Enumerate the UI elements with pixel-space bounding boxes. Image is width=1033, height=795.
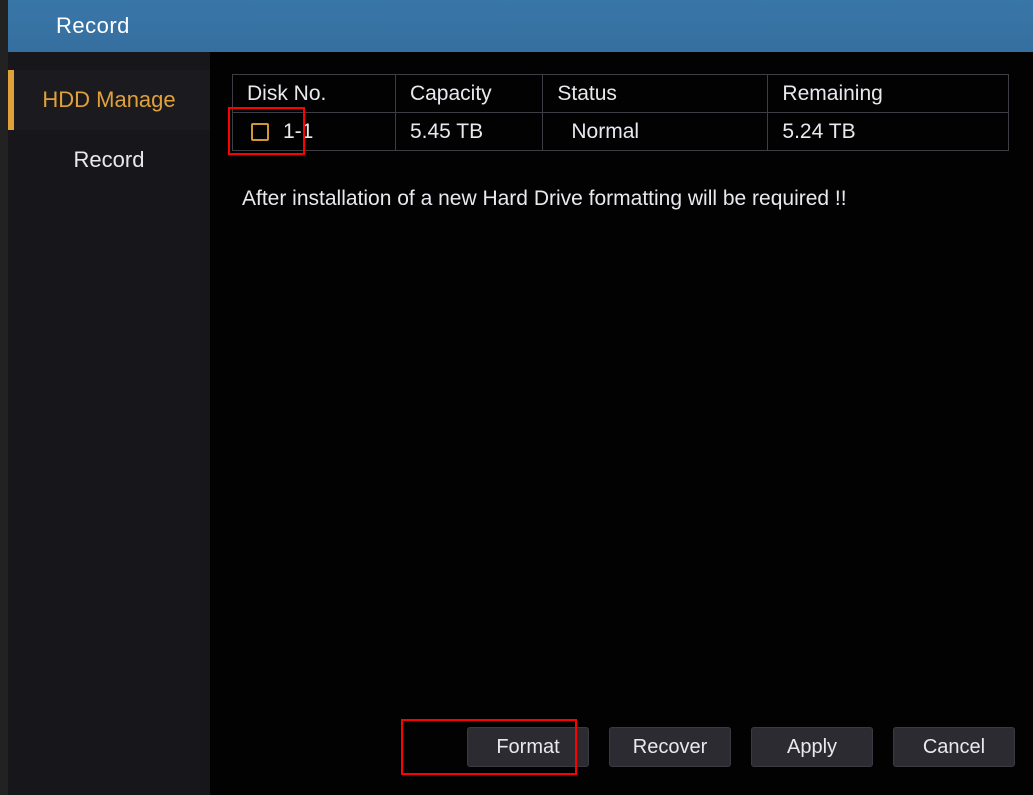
recover-button[interactable]: Recover (609, 727, 731, 767)
cell-remaining: 5.24 TB (768, 113, 1009, 151)
cell-disk-no: 1-1 (233, 113, 396, 151)
button-bar: Format Recover Apply Cancel (467, 727, 1015, 767)
window-header: Record (8, 0, 1033, 52)
row-checkbox-icon[interactable] (251, 123, 269, 141)
disk-table: Disk No. Capacity Status Remaining 1-1 5… (232, 74, 1009, 151)
sidebar-item-label: Record (74, 147, 145, 173)
left-accent (0, 0, 8, 795)
cell-capacity: 5.45 TB (395, 113, 542, 151)
main-content: Disk No. Capacity Status Remaining 1-1 5… (210, 52, 1033, 795)
col-header-status: Status (543, 75, 768, 113)
cancel-button[interactable]: Cancel (893, 727, 1015, 767)
sidebar-item-record[interactable]: Record (8, 130, 210, 190)
warning-text: After installation of a new Hard Drive f… (232, 187, 1009, 211)
disk-no-value: 1-1 (283, 120, 313, 144)
table-row: 1-1 5.45 TB Normal 5.24 TB (233, 113, 1009, 151)
sidebar: HDD Manage Record (8, 52, 210, 795)
sidebar-item-label: HDD Manage (42, 87, 175, 113)
apply-button[interactable]: Apply (751, 727, 873, 767)
sidebar-item-hdd-manage[interactable]: HDD Manage (8, 70, 210, 130)
cell-status: Normal (543, 113, 768, 151)
header-title: Record (56, 13, 130, 39)
col-header-capacity: Capacity (395, 75, 542, 113)
col-header-remaining: Remaining (768, 75, 1009, 113)
col-header-disk-no: Disk No. (233, 75, 396, 113)
format-button[interactable]: Format (467, 727, 589, 767)
